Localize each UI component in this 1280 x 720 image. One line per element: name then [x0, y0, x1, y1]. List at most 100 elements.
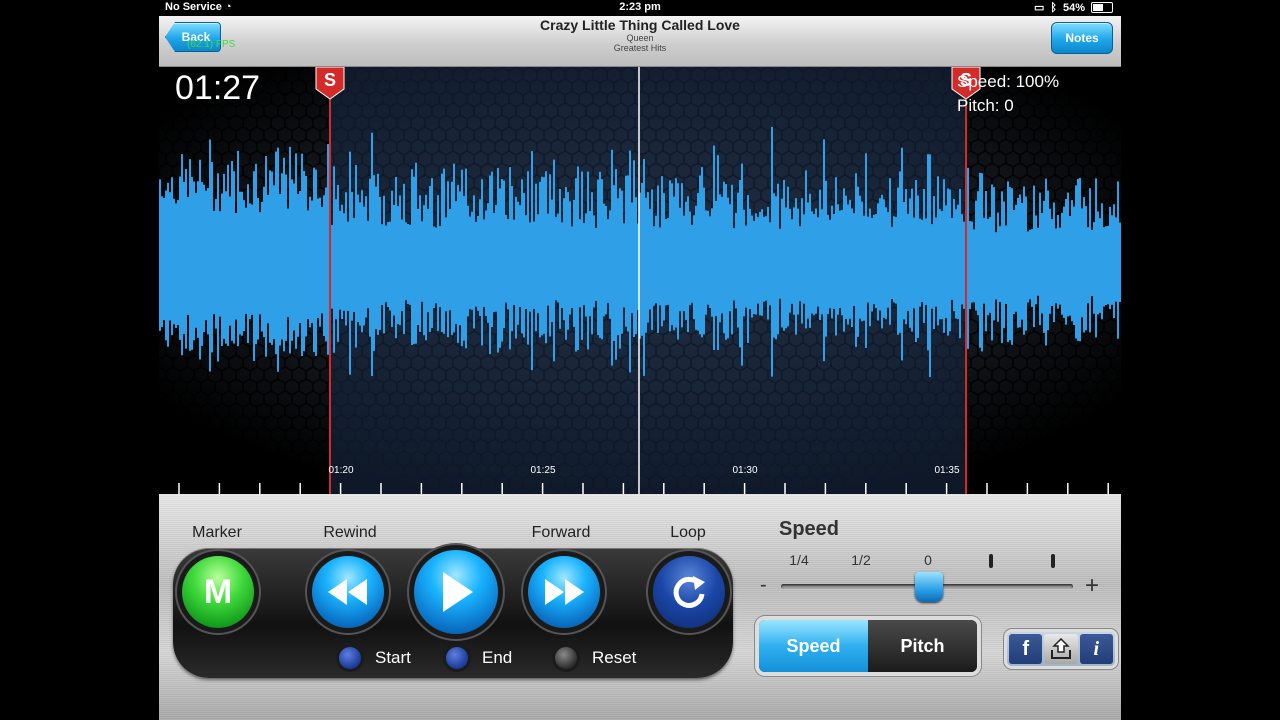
- waveform-bar: [585, 213, 587, 317]
- waveform-bar: [679, 207, 681, 312]
- waveform-bar: [697, 193, 699, 331]
- waveform-bar: [893, 216, 895, 303]
- waveform-bar: [945, 205, 947, 319]
- waveform-bar: [175, 203, 177, 328]
- waveform-bar: [975, 200, 977, 311]
- waveform-bar: [777, 183, 779, 335]
- waveform-bar: [933, 196, 935, 330]
- waveform-bar: [457, 184, 459, 343]
- waveform-bar: [823, 139, 825, 362]
- waveform-bar: [957, 204, 959, 320]
- waveform-bar: [569, 201, 571, 315]
- waveform-bar: [425, 194, 427, 341]
- waveform-bar: [843, 188, 845, 332]
- status-bar: No Service ◔ 2:23 pm ▭ ᛒ 54%: [159, 0, 1121, 16]
- waveform-bar: [1063, 206, 1065, 318]
- waveform-canvas[interactable]: S S: [159, 67, 1121, 494]
- forward-button[interactable]: [528, 556, 600, 628]
- waveform-bar: [287, 208, 289, 318]
- waveform-bar: [545, 171, 547, 344]
- notes-button[interactable]: Notes: [1051, 22, 1113, 54]
- waveform-bar: [577, 166, 579, 350]
- waveform-bar: [925, 218, 927, 306]
- waveform-bar: [1027, 231, 1029, 303]
- waveform-bar: [851, 208, 853, 328]
- waveform-bar: [1001, 191, 1003, 344]
- waveform-bar: [533, 221, 535, 309]
- waveform-bar: [961, 214, 963, 305]
- waveform-bar: [285, 174, 287, 341]
- waveform-bar: [615, 169, 617, 360]
- play-button[interactable]: [414, 550, 498, 634]
- waveform-bar: [1021, 202, 1023, 320]
- waveform-bar: [1093, 222, 1095, 314]
- waveform-bar: [429, 185, 431, 332]
- waveform-bar: [359, 202, 361, 326]
- waveform-bar: [587, 171, 589, 350]
- facebook-icon[interactable]: f: [1009, 634, 1043, 664]
- waveform-bar: [855, 173, 857, 347]
- waveform-bar: [1089, 188, 1091, 333]
- waveform-bar: [243, 200, 245, 332]
- info-icon[interactable]: i: [1079, 634, 1113, 664]
- waveform-bar: [633, 160, 635, 337]
- rewind-button[interactable]: [312, 556, 384, 628]
- waveform-bar: [797, 208, 799, 315]
- waveform-bar: [625, 175, 627, 327]
- marker-button[interactable]: M: [182, 556, 254, 628]
- waveform-bar: [1045, 178, 1047, 346]
- waveform-bar: [181, 154, 183, 356]
- reset-label: Reset: [592, 648, 637, 667]
- waveform-bar: [351, 192, 353, 321]
- waveform-bar: [571, 226, 573, 309]
- waveform-bar: [767, 206, 769, 320]
- waveform-bar: [421, 221, 423, 302]
- waveform-bar: [187, 197, 189, 316]
- waveform-view[interactable]: S S 01:27 Speed: 100% Pitch: 0 01:20 01:…: [159, 67, 1121, 494]
- end-toggle[interactable]: [446, 647, 468, 669]
- waveform-bar: [543, 177, 545, 334]
- waveform-bar: [455, 201, 457, 325]
- waveform-bar: [1013, 210, 1015, 315]
- speed-plus[interactable]: +: [1085, 572, 1099, 600]
- waveform-bar: [989, 217, 991, 313]
- waveform-bar: [1047, 190, 1049, 331]
- waveform-bar: [895, 217, 897, 304]
- waveform-bar: [495, 205, 497, 312]
- waveform-bar: [1009, 187, 1011, 341]
- waveform-bar: [1029, 229, 1031, 300]
- tab-speed[interactable]: Speed: [759, 620, 868, 672]
- waveform-bar: [439, 226, 441, 308]
- waveform-bar: [663, 193, 665, 321]
- speed-minus[interactable]: -: [760, 574, 767, 597]
- waveform-bar: [373, 175, 375, 351]
- waveform-bar: [369, 178, 371, 337]
- waveform-bar: [879, 198, 881, 311]
- waveform-bar: [539, 181, 541, 338]
- song-title: Crazy Little Thing Called Love: [540, 17, 740, 33]
- waveform-bar: [819, 189, 821, 321]
- share-icon[interactable]: [1044, 634, 1078, 664]
- reset-toggle[interactable]: [555, 647, 577, 669]
- battery-percent: 54%: [1062, 1, 1085, 14]
- speed-slider-thumb[interactable]: [915, 572, 943, 602]
- waveform-bar: [825, 180, 827, 337]
- start-toggle[interactable]: [339, 647, 361, 669]
- waveform-bar: [837, 204, 839, 315]
- rewind-label: Rewind: [323, 524, 377, 541]
- speed-step-label: 0: [924, 552, 932, 568]
- waveform-bar: [801, 198, 803, 324]
- tab-pitch[interactable]: Pitch: [868, 620, 977, 672]
- waveform-bar: [833, 213, 835, 309]
- waveform-bar: [507, 219, 509, 310]
- waveform-bar: [813, 214, 815, 316]
- waveform-bar: [413, 176, 415, 345]
- waveform-bar: [1095, 178, 1097, 338]
- waveform-bar: [363, 206, 365, 326]
- waveform-bar: [661, 176, 663, 327]
- position-time: 01:27: [175, 69, 261, 107]
- loop-button[interactable]: [653, 556, 725, 628]
- waveform-bar: [233, 171, 235, 344]
- waveform-bar: [317, 198, 319, 318]
- waveform-bar: [319, 197, 321, 327]
